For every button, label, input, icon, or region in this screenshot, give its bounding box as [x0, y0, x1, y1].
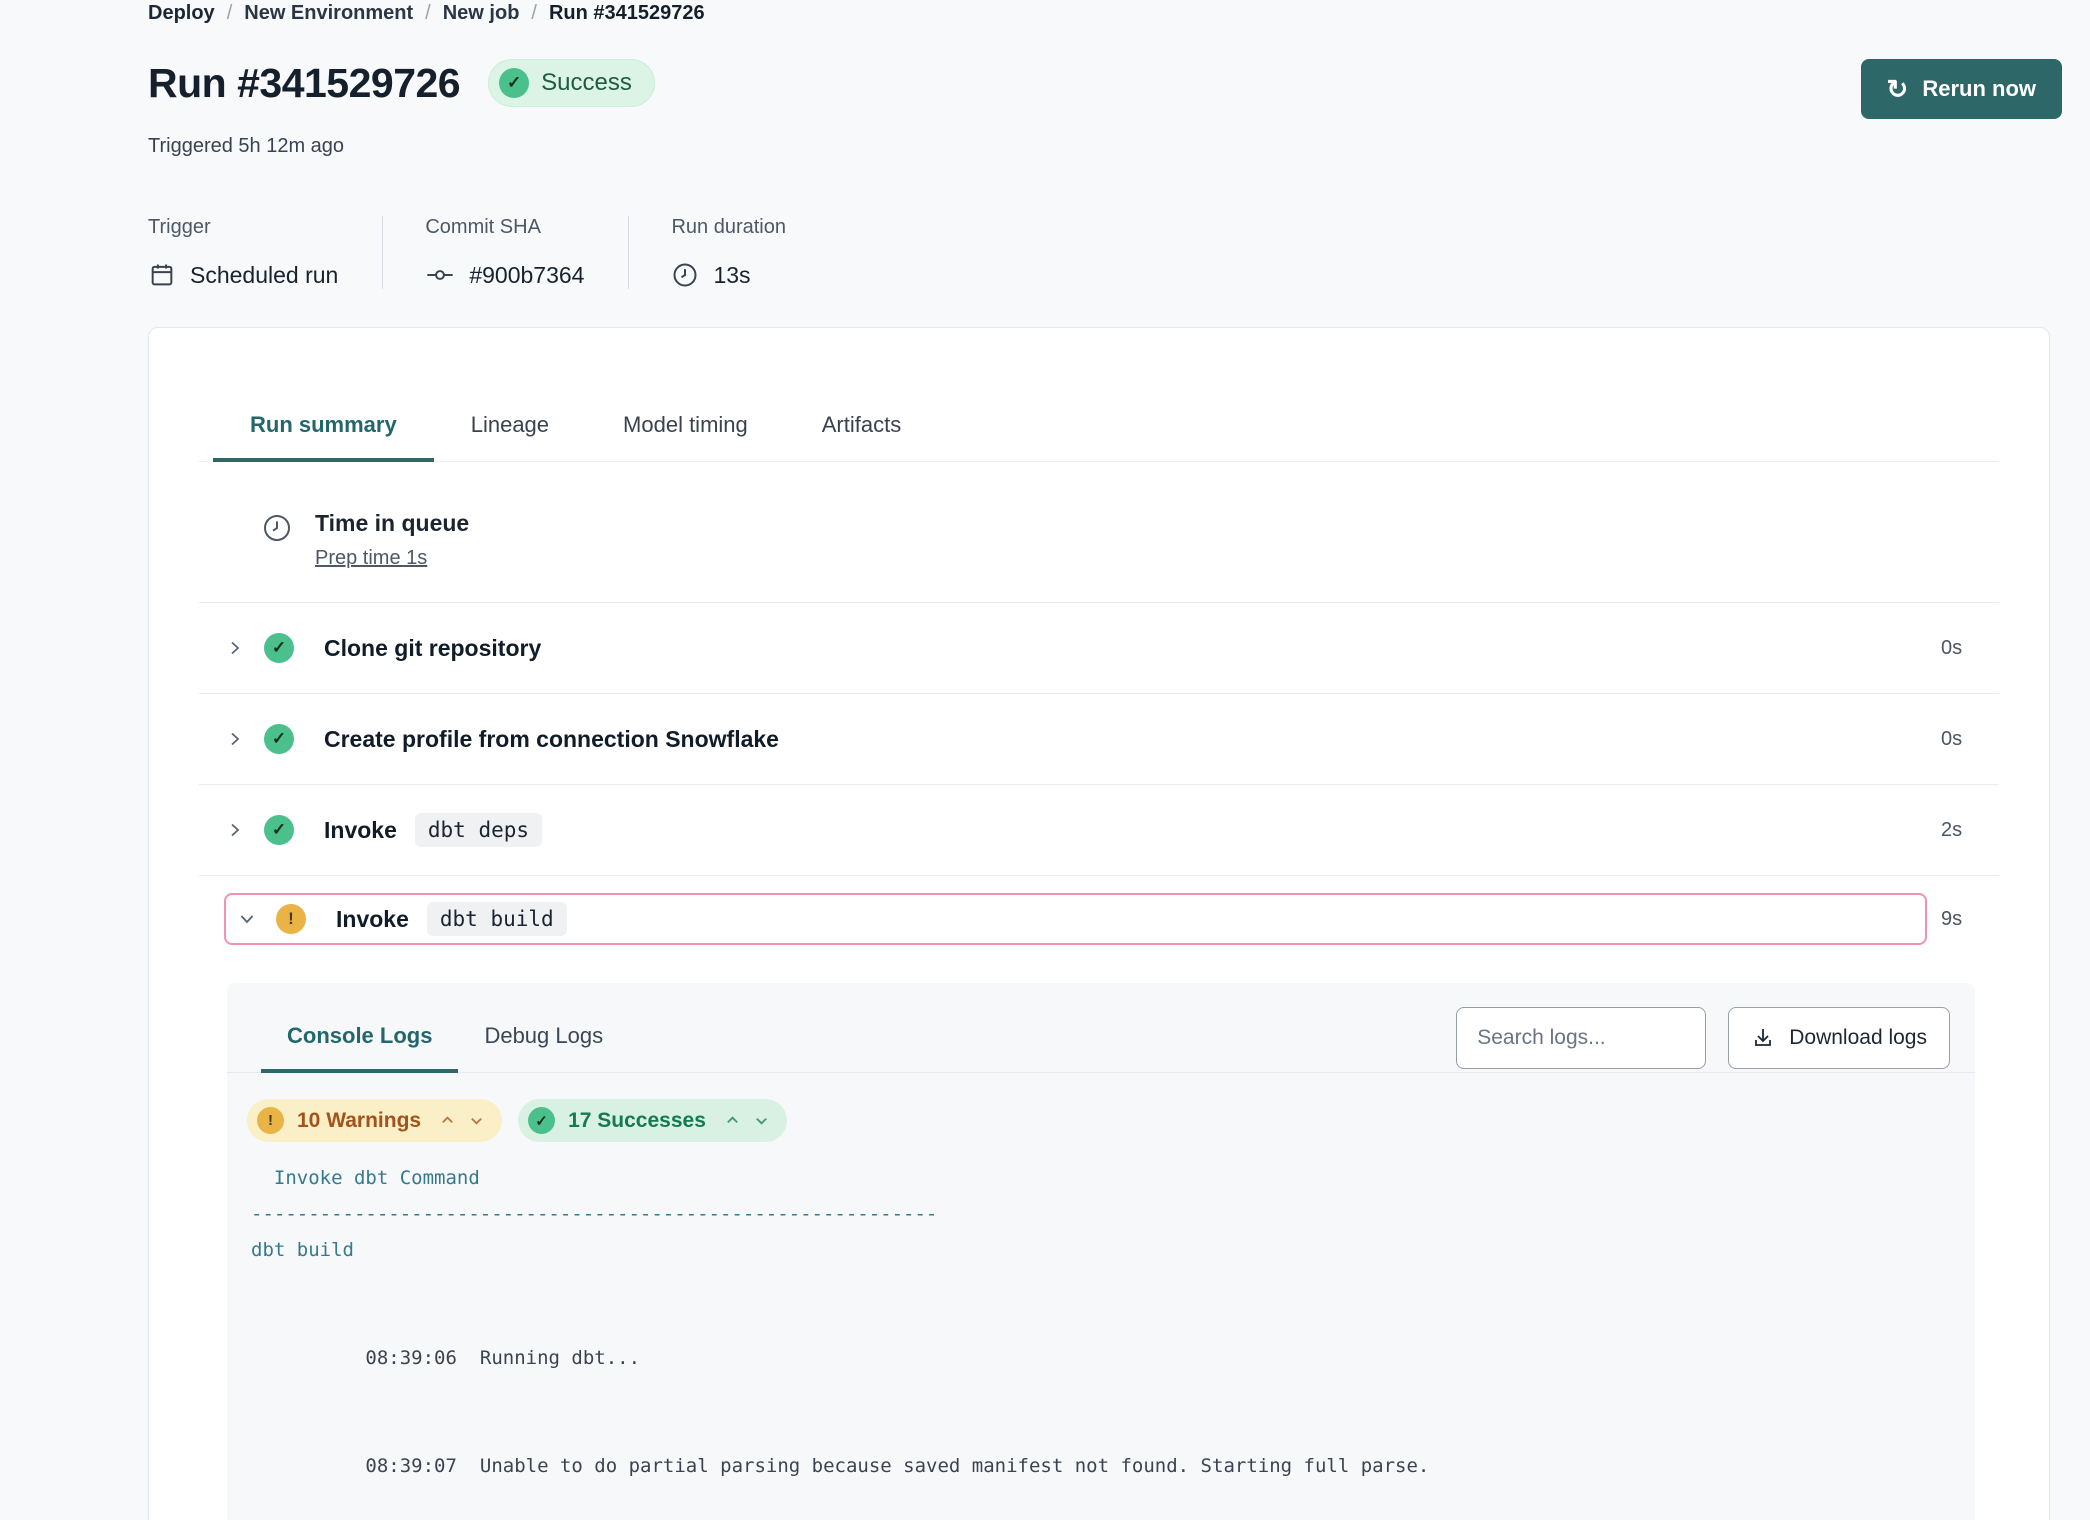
step-label: Clone git repository — [324, 635, 541, 662]
log-command-title: Invoke dbt Command — [227, 1160, 1947, 1196]
logs-toolbar: Console Logs Debug Logs Download logs — [227, 983, 1975, 1073]
step-duration: 0s — [1941, 637, 1999, 660]
run-tabs: Run summary Lineage Model timing Artifac… — [199, 412, 1999, 462]
run-steps-list: ✓ Clone git repository 0s ✓ Create profi… — [199, 602, 1999, 945]
step-row-create-profile-snowflake[interactable]: ✓ Create profile from connection Snowfla… — [199, 693, 1999, 784]
breadcrumb: Deploy / New Environment / New job / Run… — [148, 0, 2062, 25]
warnings-badge[interactable]: ! 10 Warnings — [247, 1099, 502, 1142]
prev-success-caret-icon[interactable] — [725, 1113, 740, 1128]
step-label: Invoke — [336, 906, 409, 933]
download-logs-button[interactable]: Download logs — [1728, 1007, 1950, 1069]
meta-duration-value: 13s — [713, 262, 750, 289]
run-summary-card: Run summary Lineage Model timing Artifac… — [148, 327, 2050, 1520]
success-icon: ✓ — [528, 1107, 555, 1134]
logs-panel: Console Logs Debug Logs Download logs — [227, 983, 1975, 1520]
log-divider-line: ----------------------------------------… — [227, 1196, 1947, 1232]
run-detail-page: Deploy / New Environment / New job / Run… — [0, 0, 2090, 1520]
meta-commit-sha: Commit SHA #900b7364 — [382, 216, 628, 289]
download-icon — [1751, 1026, 1775, 1050]
log-timestamp: 08:39:06 — [365, 1347, 457, 1369]
prev-warning-caret-icon[interactable] — [440, 1113, 455, 1128]
warnings-badge-label: 10 Warnings — [297, 1109, 421, 1133]
tab-artifacts[interactable]: Artifacts — [785, 412, 938, 462]
chevron-right-icon[interactable] — [224, 731, 246, 747]
meta-commit-label: Commit SHA — [425, 216, 584, 239]
next-warning-caret-icon[interactable] — [469, 1113, 484, 1128]
tab-lineage[interactable]: Lineage — [434, 412, 586, 462]
step-success-icon: ✓ — [264, 815, 294, 845]
success-check-icon: ✓ — [499, 68, 529, 98]
chevron-right-icon[interactable] — [224, 822, 246, 838]
tab-debug-logs[interactable]: Debug Logs — [458, 1003, 629, 1073]
breadcrumb-separator: / — [227, 2, 233, 25]
step-row-invoke-dbt-deps[interactable]: ✓ Invoke dbt deps 2s — [199, 784, 1999, 875]
commit-icon — [425, 261, 455, 289]
queue-title: Time in queue — [315, 510, 469, 537]
queue-clock-icon — [261, 512, 293, 570]
log-command: dbt build — [227, 1232, 1947, 1268]
breadcrumb-current-run: Run #341529726 — [549, 2, 705, 25]
rerun-now-button[interactable]: ↻ Rerun now — [1861, 59, 2062, 119]
breadcrumb-separator: / — [531, 2, 537, 25]
status-badge-label: Success — [541, 69, 632, 97]
chevron-down-icon[interactable] — [236, 911, 258, 927]
calendar-icon — [148, 261, 176, 289]
time-in-queue-section: Time in queue Prep time 1s — [199, 510, 1999, 602]
tab-console-logs[interactable]: Console Logs — [261, 1003, 458, 1073]
step-duration: 0s — [1941, 728, 1999, 751]
step-label: Create profile from connection Snowflake — [324, 726, 779, 753]
breadcrumb-deploy[interactable]: Deploy — [148, 2, 215, 25]
log-line: 08:39:06 Running dbt... — [227, 1304, 1947, 1412]
warning-icon: ! — [257, 1107, 284, 1134]
step-success-icon: ✓ — [264, 724, 294, 754]
step-command-chip: dbt deps — [415, 813, 542, 847]
step-label: Invoke — [324, 817, 397, 844]
meta-run-duration: Run duration 13s — [628, 216, 830, 289]
tab-run-summary[interactable]: Run summary — [213, 412, 434, 462]
meta-duration-label: Run duration — [671, 216, 786, 239]
download-logs-label: Download logs — [1789, 1026, 1927, 1050]
chevron-right-icon[interactable] — [224, 640, 246, 656]
breadcrumb-separator: / — [425, 2, 431, 25]
step-row-invoke-dbt-build[interactable]: ! Invoke dbt build 9s — [199, 875, 1999, 945]
clock-icon — [671, 261, 699, 289]
selected-step-box[interactable]: ! Invoke dbt build — [224, 893, 1927, 945]
search-logs-input[interactable] — [1456, 1007, 1706, 1069]
successes-badge-label: 17 Successes — [568, 1109, 706, 1133]
rerun-button-label: Rerun now — [1922, 76, 2036, 102]
step-duration: 2s — [1941, 819, 1999, 842]
rerun-icon: ↻ — [1887, 76, 1909, 102]
next-success-caret-icon[interactable] — [754, 1113, 769, 1128]
log-message: Running dbt... — [480, 1347, 640, 1369]
page-title: Run #341529726 — [148, 60, 460, 107]
console-log-output: Invoke dbt Command ---------------------… — [227, 1160, 1975, 1520]
run-header: Run #341529726 ✓ Success ↻ Rerun now — [148, 59, 2062, 119]
run-meta: Trigger Scheduled run Commit SHA — [148, 216, 2062, 289]
breadcrumb-new-job[interactable]: New job — [443, 2, 520, 25]
meta-trigger-value: Scheduled run — [190, 262, 338, 289]
log-filter-badges: ! 10 Warnings ✓ 17 Successes — [247, 1099, 1975, 1142]
step-duration: 9s — [1941, 908, 1999, 931]
step-success-icon: ✓ — [264, 633, 294, 663]
triggered-timestamp: Triggered 5h 12m ago — [148, 135, 2062, 158]
step-row-clone-git-repository[interactable]: ✓ Clone git repository 0s — [199, 602, 1999, 693]
status-badge: ✓ Success — [488, 59, 655, 107]
breadcrumb-new-environment[interactable]: New Environment — [244, 2, 413, 25]
meta-commit-value: #900b7364 — [469, 262, 584, 289]
meta-trigger: Trigger Scheduled run — [148, 216, 382, 289]
log-message: Unable to do partial parsing because sav… — [480, 1455, 1429, 1477]
step-warning-icon: ! — [276, 904, 306, 934]
log-timestamp: 08:39:07 — [365, 1455, 457, 1477]
successes-badge[interactable]: ✓ 17 Successes — [518, 1099, 787, 1142]
tab-model-timing[interactable]: Model timing — [586, 412, 785, 462]
step-command-chip: dbt build — [427, 902, 567, 936]
meta-trigger-label: Trigger — [148, 216, 338, 239]
log-blank-line — [227, 1268, 1947, 1304]
log-line: 08:39:07 Unable to do partial parsing bec… — [227, 1412, 1947, 1520]
prep-time-link[interactable]: Prep time 1s — [315, 547, 427, 570]
